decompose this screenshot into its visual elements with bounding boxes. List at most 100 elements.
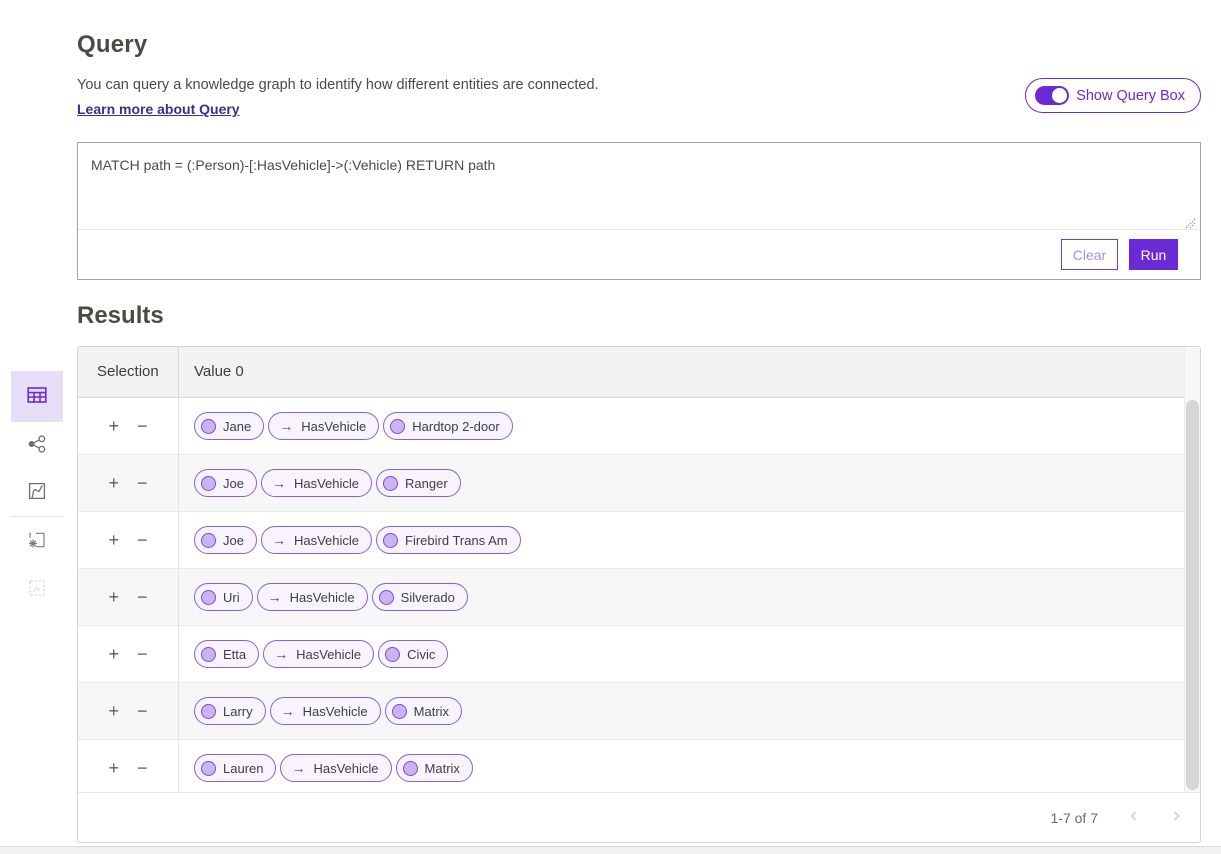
page-description: You can query a knowledge graph to ident… xyxy=(77,77,599,93)
pagination-bar: 1-7 of 7 xyxy=(78,792,1200,842)
resize-handle-icon[interactable] xyxy=(1185,216,1196,234)
remove-selection-button[interactable]: − xyxy=(135,700,150,722)
run-button[interactable]: Run xyxy=(1129,239,1178,270)
column-header-selection: Selection xyxy=(78,347,178,397)
arrow-right-icon: → xyxy=(291,761,305,775)
entity-pill-person[interactable]: Joe xyxy=(194,469,257,497)
entity-label: Hardtop 2-door xyxy=(412,419,499,434)
entity-pill-person[interactable]: Joe xyxy=(194,526,257,554)
entity-node-icon xyxy=(201,476,216,491)
table-row: + − Etta → HasVehicle Civic xyxy=(78,626,1200,683)
entity-node-icon xyxy=(201,419,216,434)
entity-node-icon xyxy=(390,419,405,434)
relationship-label: HasVehicle xyxy=(303,704,368,719)
entity-node-icon xyxy=(403,761,418,776)
relationship-pill[interactable]: → HasVehicle xyxy=(261,469,372,497)
entity-node-icon xyxy=(201,647,216,662)
add-selection-button[interactable]: + xyxy=(106,415,121,437)
table-scrollbar[interactable] xyxy=(1184,347,1200,793)
entity-label: Civic xyxy=(407,647,435,662)
entity-pill-person[interactable]: Larry xyxy=(194,697,266,725)
sidebar-item-map-view[interactable] xyxy=(27,482,47,502)
entity-label: Larry xyxy=(223,704,253,719)
entity-pill-vehicle[interactable]: Hardtop 2-door xyxy=(383,412,512,440)
entity-label: Joe xyxy=(223,476,244,491)
relationship-label: HasVehicle xyxy=(290,590,355,605)
scrollbar-thumb[interactable] xyxy=(1186,400,1199,790)
entity-node-icon xyxy=(201,704,216,719)
remove-selection-button[interactable]: − xyxy=(135,472,150,494)
table-row: + − Uri → HasVehicle Silverado xyxy=(78,569,1200,626)
entity-label: Silverado xyxy=(401,590,455,605)
relationship-label: HasVehicle xyxy=(294,533,359,548)
remove-selection-button[interactable]: − xyxy=(135,415,150,437)
value-cell: Larry → HasVehicle Matrix xyxy=(178,683,1200,739)
add-selection-button[interactable]: + xyxy=(106,643,121,665)
relationship-pill[interactable]: → HasVehicle xyxy=(263,640,374,668)
relationship-pill[interactable]: → HasVehicle xyxy=(280,754,391,782)
entity-label: Ranger xyxy=(405,476,448,491)
chevron-right-icon xyxy=(1170,810,1182,825)
show-query-box-toggle[interactable]: Show Query Box xyxy=(1025,78,1201,113)
sidebar-item-link-chart-view[interactable] xyxy=(27,435,47,455)
entity-pill-vehicle[interactable]: Civic xyxy=(378,640,448,668)
add-selection-button[interactable]: + xyxy=(106,757,121,779)
page-bottom-edge xyxy=(0,846,1221,854)
table-row: + − Larry → HasVehicle Matrix xyxy=(78,683,1200,740)
relationship-pill[interactable]: → HasVehicle xyxy=(268,412,379,440)
clear-button[interactable]: Clear xyxy=(1061,239,1118,270)
query-input[interactable]: MATCH path = (:Person)-[:HasVehicle]->(:… xyxy=(91,156,1180,175)
entity-pill-vehicle[interactable]: Matrix xyxy=(385,697,462,725)
pagination-next-button[interactable] xyxy=(1170,810,1182,825)
selection-cell: + − xyxy=(78,398,178,454)
table-row: + − Jane → HasVehicle Hardtop 2-door xyxy=(78,398,1200,455)
value-cell: Etta → HasVehicle Civic xyxy=(178,626,1200,682)
arrow-right-icon: → xyxy=(268,590,282,604)
entity-pill-vehicle[interactable]: Silverado xyxy=(372,583,468,611)
relationship-pill[interactable]: → HasVehicle xyxy=(261,526,372,554)
entity-pill-vehicle[interactable]: Firebird Trans Am xyxy=(376,526,521,554)
add-selection-button[interactable]: + xyxy=(106,586,121,608)
selection-cell: + − xyxy=(78,569,178,625)
results-table: Selection Value 0 + − Jane → HasVehicle … xyxy=(77,346,1201,843)
query-actions: Clear Run xyxy=(1061,239,1178,270)
map-view-icon xyxy=(27,481,47,504)
toggle-switch-icon[interactable] xyxy=(1035,86,1069,105)
results-title: Results xyxy=(77,302,164,330)
add-selection-button[interactable]: + xyxy=(106,529,121,551)
entity-label: Uri xyxy=(223,590,240,605)
query-box: MATCH path = (:Person)-[:HasVehicle]->(:… xyxy=(77,142,1201,280)
pagination-prev-button[interactable] xyxy=(1128,810,1140,825)
selection-cell: + − xyxy=(78,683,178,739)
add-selection-button[interactable]: + xyxy=(106,472,121,494)
entity-pill-vehicle[interactable]: Matrix xyxy=(396,754,473,782)
entity-pill-person[interactable]: Etta xyxy=(194,640,259,668)
results-table-body: + − Jane → HasVehicle Hardtop 2-door + − xyxy=(78,398,1200,793)
relationship-label: HasVehicle xyxy=(313,761,378,776)
remove-selection-button[interactable]: − xyxy=(135,586,150,608)
entity-pill-person[interactable]: Lauren xyxy=(194,754,276,782)
sidebar-divider xyxy=(10,516,64,517)
relationship-label: HasVehicle xyxy=(296,647,361,662)
entity-pill-vehicle[interactable]: Ranger xyxy=(376,469,461,497)
remove-selection-button[interactable]: − xyxy=(135,643,150,665)
remove-selection-button[interactable]: − xyxy=(135,529,150,551)
page-title: Query xyxy=(77,31,147,59)
arrow-right-icon: → xyxy=(274,647,288,661)
remove-selection-button[interactable]: − xyxy=(135,757,150,779)
relationship-pill[interactable]: → HasVehicle xyxy=(257,583,368,611)
table-row: + − Joe → HasVehicle Ranger xyxy=(78,455,1200,512)
entity-pill-person[interactable]: Uri xyxy=(194,583,253,611)
sidebar-item-table-view[interactable] xyxy=(11,371,63,422)
new-map-icon xyxy=(27,530,47,553)
entity-pill-person[interactable]: Jane xyxy=(194,412,264,440)
relationship-pill[interactable]: → HasVehicle xyxy=(270,697,381,725)
arrow-right-icon: → xyxy=(272,533,286,547)
add-selection-button[interactable]: + xyxy=(106,700,121,722)
learn-more-link[interactable]: Learn more about Query xyxy=(77,101,240,117)
entity-node-icon xyxy=(201,533,216,548)
relationship-label: HasVehicle xyxy=(294,476,359,491)
sidebar-item-new-map[interactable] xyxy=(27,531,47,551)
entity-label: Joe xyxy=(223,533,244,548)
column-header-value0: Value 0 xyxy=(178,347,1200,397)
